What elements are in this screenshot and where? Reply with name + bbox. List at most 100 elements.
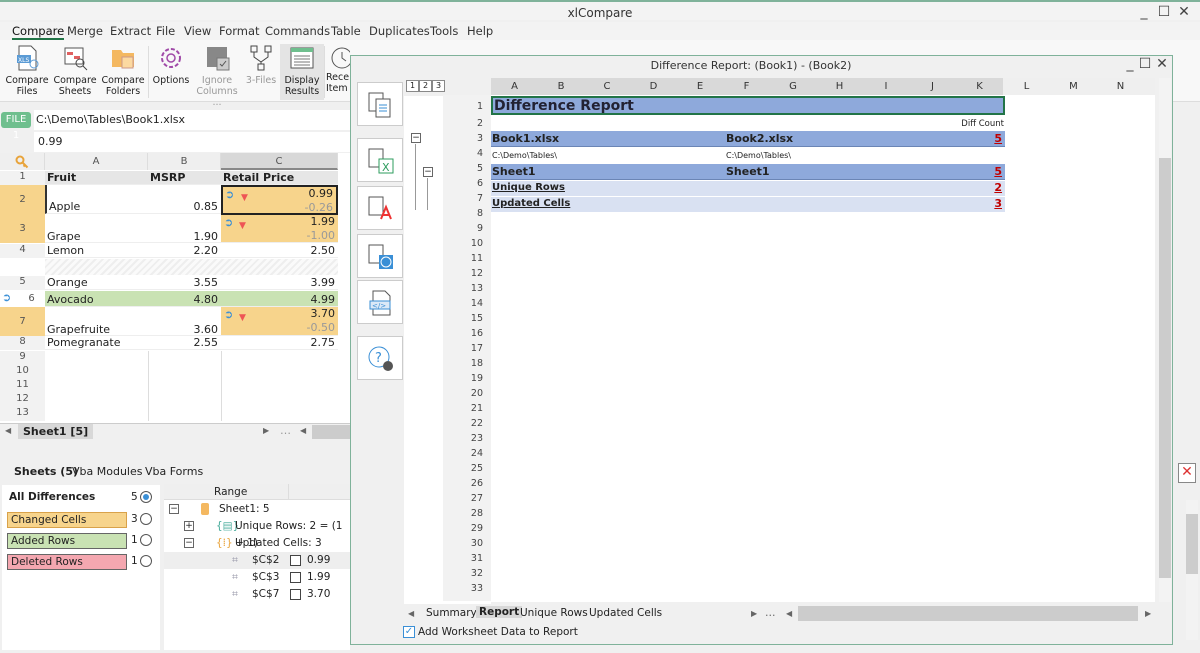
tab-updated-cells[interactable]: Updated Cells	[589, 607, 662, 619]
tab-vba-forms[interactable]: Vba Forms	[145, 465, 203, 478]
report-maximize-button[interactable]: ☐	[1136, 56, 1154, 72]
report-row-header[interactable]: 12	[443, 266, 483, 281]
radio-all-differences[interactable]	[140, 491, 152, 503]
menu-file[interactable]: File	[156, 24, 175, 38]
report-row-header[interactable]: 25	[443, 461, 483, 476]
menu-extract[interactable]: Extract	[110, 24, 151, 38]
cell[interactable]: 2.50	[221, 244, 338, 258]
cell[interactable]: 2.75	[221, 336, 338, 350]
column-header-a[interactable]: A	[45, 153, 148, 170]
cell-fruit-header[interactable]: Fruit	[45, 171, 148, 185]
report-column-header[interactable]: D	[630, 78, 677, 95]
minimize-button[interactable]: _	[1135, 4, 1153, 20]
report-row-header[interactable]: 9	[443, 221, 483, 236]
cell[interactable]: Grape	[45, 214, 148, 243]
column-header-b[interactable]: B	[148, 153, 221, 170]
row-header[interactable]: 12	[0, 393, 45, 407]
close-panel-icon[interactable]: ✕	[1178, 463, 1196, 483]
report-heading-cell[interactable]: Difference Report	[491, 96, 1005, 115]
cell[interactable]: 2.55	[148, 336, 221, 350]
report-row-header[interactable]: 13	[443, 281, 483, 296]
report-column-header[interactable]: A	[491, 78, 538, 95]
report-row-header[interactable]: 33	[443, 581, 483, 596]
tab-sheets[interactable]: Sheets (5)	[14, 465, 78, 478]
row-header[interactable]: 9	[0, 351, 45, 365]
tab-unique-rows[interactable]: Unique Rows	[520, 607, 588, 619]
cell[interactable]: Pomegranate	[45, 336, 148, 350]
collapse-icon[interactable]: −	[184, 538, 194, 548]
changed-cell[interactable]: ➲ ▼ 0.99 -0.26	[221, 185, 338, 215]
sheet-tab-sheet1[interactable]: Sheet1 [5]	[18, 424, 94, 439]
export-xml-button[interactable]: </>	[357, 280, 403, 324]
report-column-header[interactable]: M	[1050, 78, 1097, 95]
report-row-header[interactable]: 10	[443, 236, 483, 251]
report-column-header[interactable]: B	[538, 78, 584, 95]
three-files-button[interactable]: 3-Files	[239, 44, 283, 100]
tree-node-updated-cells[interactable]: − {⁞} Updated Cells: 3	[164, 535, 350, 552]
cell[interactable]: 2.20	[148, 244, 221, 258]
menu-compare[interactable]: Compare	[12, 24, 65, 40]
report-row-header[interactable]: 2	[443, 116, 483, 131]
arrow-right-circle-icon[interactable]: ➲	[2, 291, 11, 304]
ignore-columns-button[interactable]: Ignore Columns ...	[195, 44, 239, 108]
row-header[interactable]: 2	[0, 185, 45, 214]
menu-table[interactable]: Table	[331, 24, 361, 38]
report-column-header[interactable]: G	[770, 78, 816, 95]
report-updated-cells-row[interactable]: Updated Cells 3	[491, 197, 1005, 212]
report-row-header[interactable]: 27	[443, 491, 483, 506]
report-row-header[interactable]: 14	[443, 296, 483, 311]
outline-collapse-icon[interactable]: −	[411, 133, 421, 143]
outline-collapse-icon[interactable]: −	[423, 167, 433, 177]
filter-added-rows[interactable]: Added Rows	[7, 533, 127, 549]
tab-vba-modules[interactable]: Vba Modules	[72, 465, 142, 478]
report-row-header[interactable]: 4	[443, 146, 483, 161]
report-column-header[interactable]: I	[863, 78, 909, 95]
report-row-header[interactable]: 30	[443, 536, 483, 551]
cell[interactable]: Lemon	[45, 244, 148, 258]
report-sheet-row[interactable]: Sheet1 Sheet1 5	[491, 164, 1005, 180]
report-horizontal-scrollbar[interactable]	[798, 606, 1138, 621]
tabs-scroll-left-icon[interactable]: ◀	[408, 609, 414, 618]
row-header[interactable]: 7	[0, 307, 45, 336]
filter-deleted-rows[interactable]: Deleted Rows	[7, 554, 127, 570]
report-row-header[interactable]: 28	[443, 506, 483, 521]
report-vertical-scrollbar[interactable]	[1159, 78, 1171, 602]
expand-icon[interactable]: +	[184, 521, 194, 531]
report-row-header[interactable]: 24	[443, 446, 483, 461]
added-row-cell[interactable]: 4.80	[148, 291, 221, 307]
compare-folders-button[interactable]: Compare Folders	[101, 44, 145, 100]
cell[interactable]: Grapefruite	[45, 307, 148, 336]
report-row-header[interactable]: 23	[443, 431, 483, 446]
report-book-row[interactable]: Book1.xlsx Book2.xlsx 5	[491, 131, 1005, 147]
close-button[interactable]: ✕	[1175, 4, 1193, 20]
menu-duplicates[interactable]: Duplicates	[369, 24, 430, 38]
menu-merge[interactable]: Merge	[67, 24, 103, 38]
copy-report-button[interactable]	[357, 82, 403, 126]
scroll-left-icon[interactable]: ◀	[5, 426, 11, 435]
column-header-c[interactable]: C	[221, 153, 338, 170]
row-header[interactable]: 5	[0, 276, 45, 290]
radio-deleted-rows[interactable]	[140, 555, 152, 567]
book-diff-count[interactable]: 5	[994, 132, 1002, 145]
tab-report[interactable]: Report	[476, 606, 523, 618]
report-row-header[interactable]: 11	[443, 251, 483, 266]
more-tabs-icon[interactable]: …	[765, 607, 776, 619]
sheet-diff-count[interactable]: 5	[994, 165, 1002, 178]
display-results-button[interactable]: Display Results	[280, 44, 324, 100]
cell[interactable]: 0.85	[148, 185, 221, 214]
tree-node-cell[interactable]: ⌗ $C$3 1.99	[164, 569, 350, 586]
compare-files-button[interactable]: XLS Compare Files	[5, 44, 49, 100]
added-row-cell[interactable]: Avocado	[45, 291, 148, 307]
add-worksheet-data-checkbox[interactable]: ✓	[403, 626, 415, 638]
cell-retail-header[interactable]: Retail Price	[221, 171, 338, 185]
export-excel-button[interactable]: X	[357, 138, 403, 182]
report-row-header[interactable]: 5	[443, 161, 483, 176]
report-row-header[interactable]: 29	[443, 521, 483, 536]
more-icon[interactable]: …	[280, 424, 291, 437]
outline-level-1[interactable]: 1	[406, 80, 419, 92]
options-button[interactable]: Options	[149, 44, 193, 100]
horizontal-scrollbar[interactable]	[312, 425, 350, 439]
tree-node-unique-rows[interactable]: + {▤} Unique Rows: 2 = (1 + 1)	[164, 518, 350, 549]
cell-checkbox[interactable]	[290, 555, 301, 566]
menu-commands[interactable]: Commands	[265, 24, 330, 38]
